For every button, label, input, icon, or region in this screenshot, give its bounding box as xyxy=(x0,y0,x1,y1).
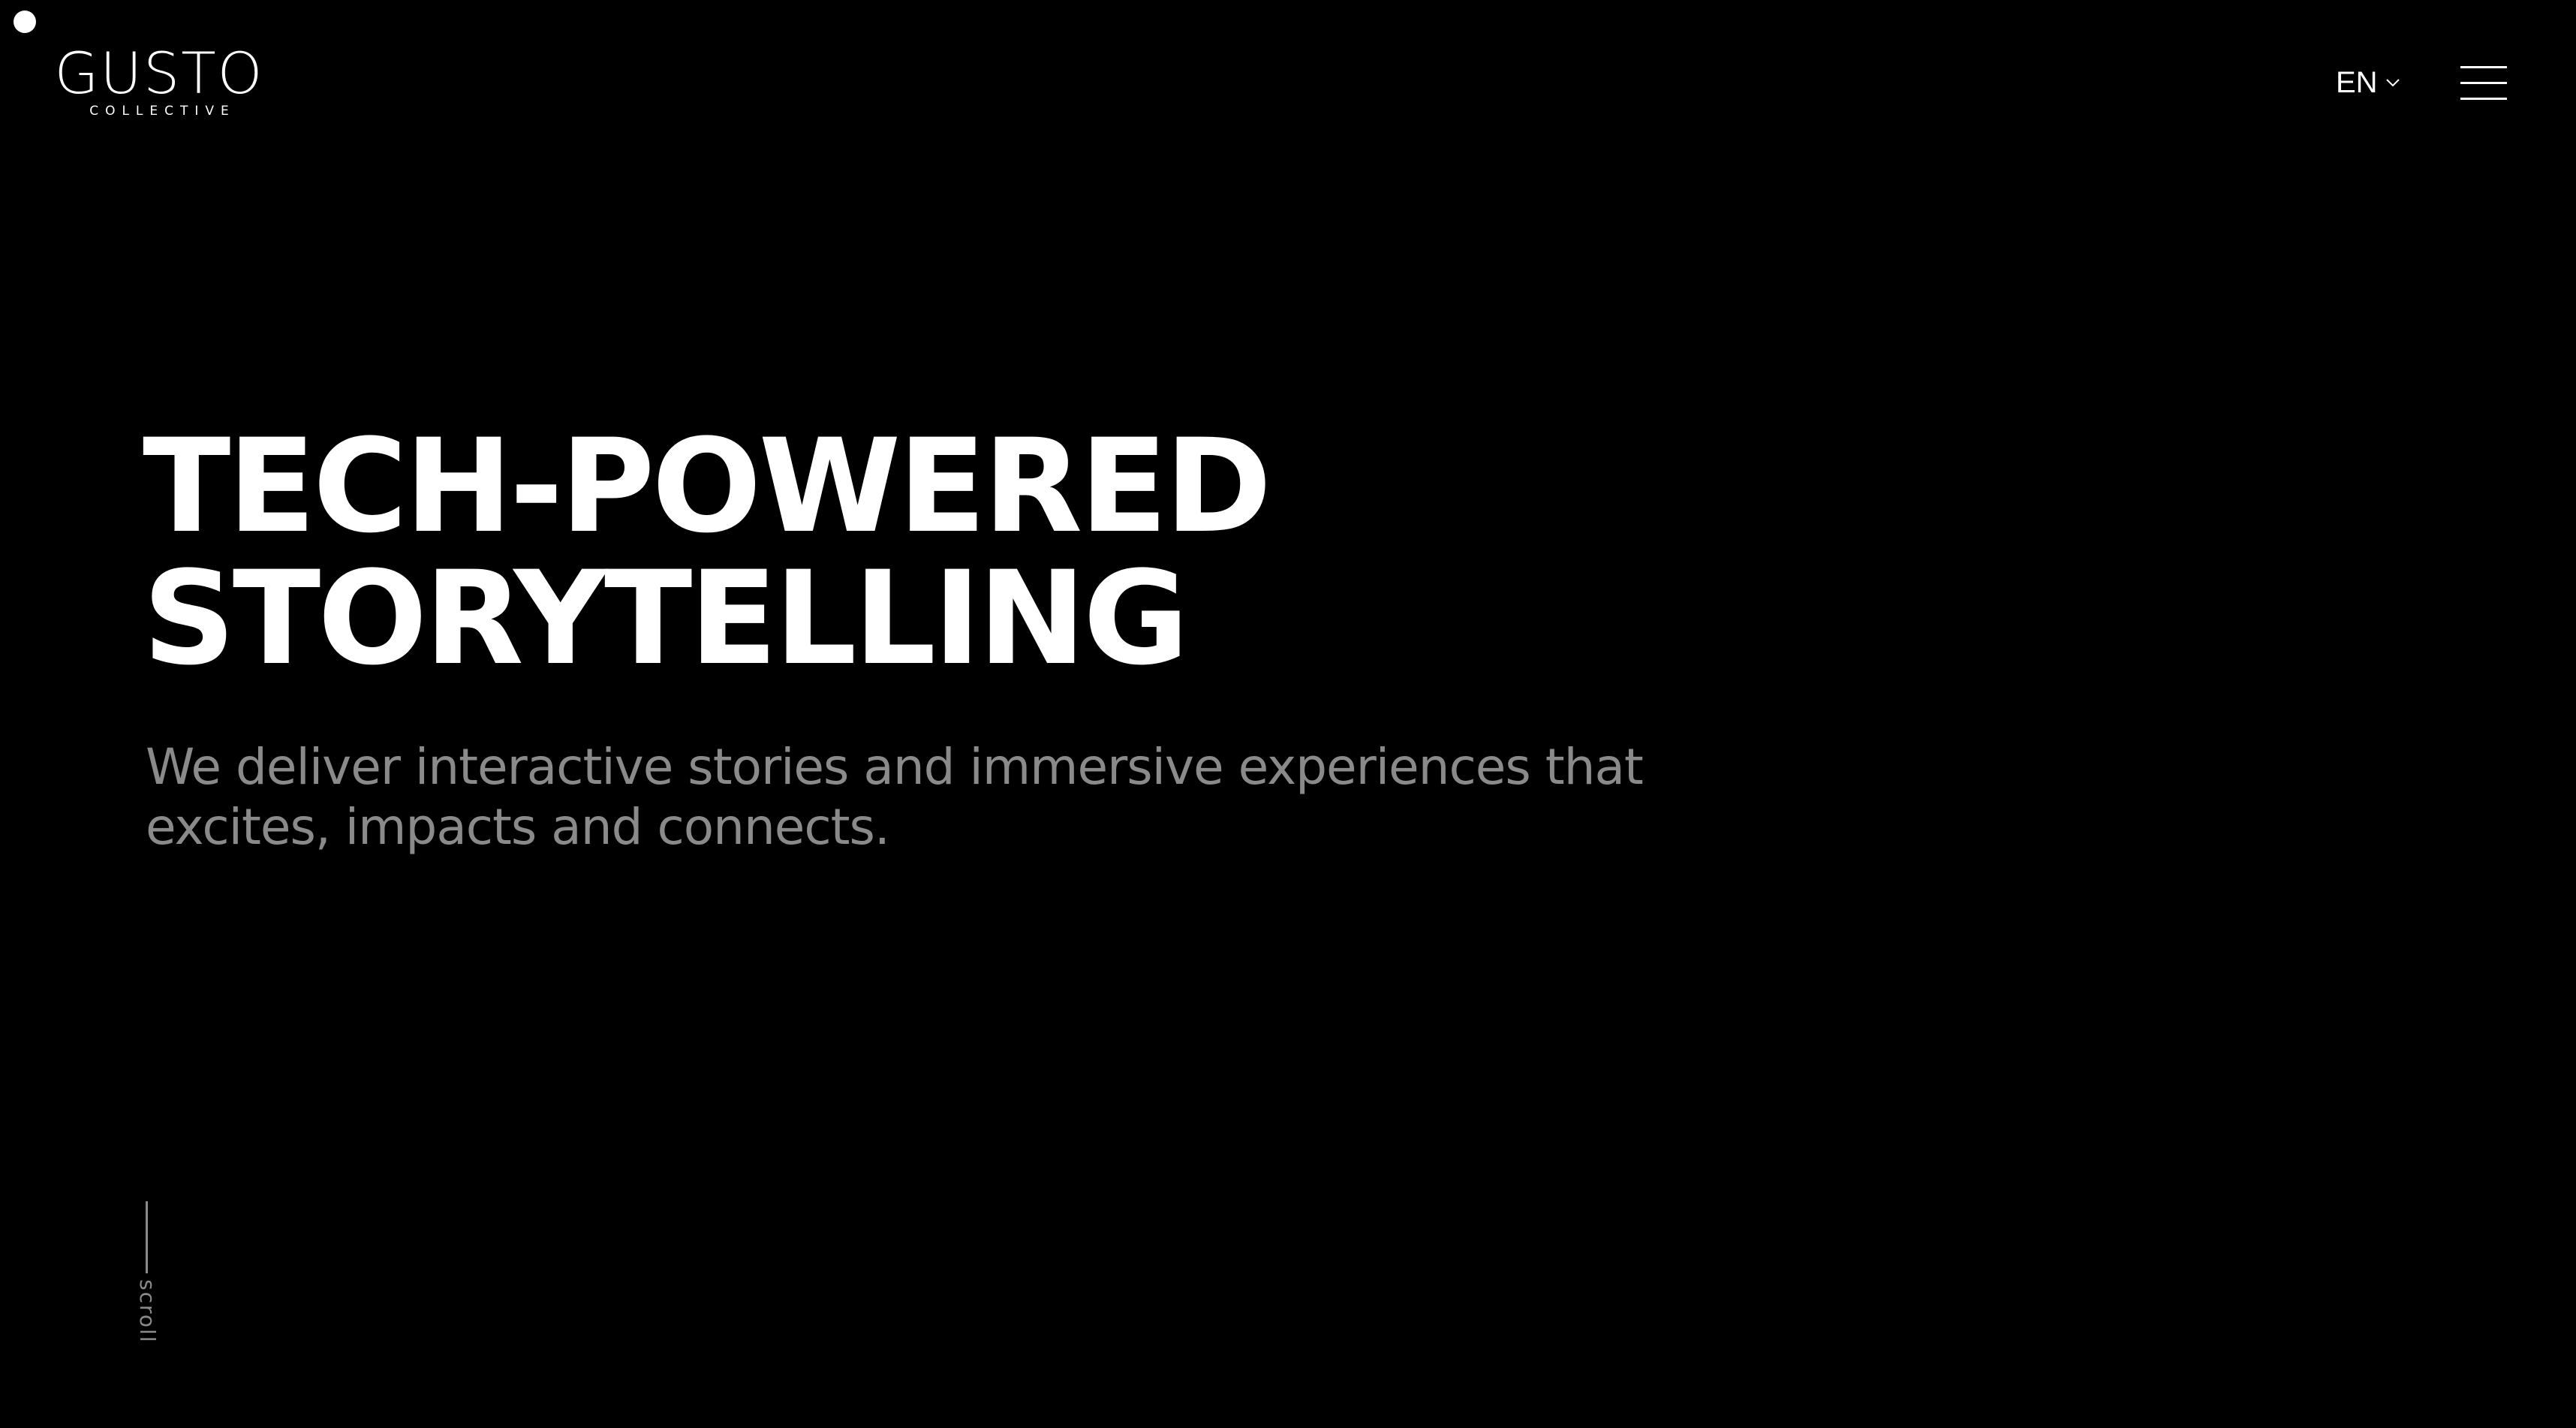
hero-title-line: STORYTELLING xyxy=(143,543,1189,694)
hero-subtitle-line: excites, impacts and connects. xyxy=(146,798,890,856)
page: GUSTO COLLECTIVE EN TECH-POWERED STORYTE… xyxy=(0,0,2576,1428)
hero-subtitle: We deliver interactive stories and immer… xyxy=(146,737,1647,857)
hero-title: TECH-POWERED STORYTELLING xyxy=(143,411,1272,694)
chevron-down-icon xyxy=(2385,79,2400,87)
hamburger-menu-icon-line xyxy=(2460,66,2507,68)
cursor-dot xyxy=(14,11,36,33)
hero-subtitle-line: We deliver interactive stories and immer… xyxy=(146,738,1644,796)
hamburger-menu-icon-line xyxy=(2460,82,2507,84)
language-label: EN xyxy=(2336,66,2378,99)
language-switcher[interactable]: EN xyxy=(2336,63,2402,102)
logo-wordmark: GUSTO xyxy=(54,40,264,107)
menu-button[interactable] xyxy=(2460,65,2508,104)
scroll-indicator[interactable]: scroll xyxy=(132,1201,162,1351)
scroll-line xyxy=(146,1201,148,1273)
hero-title-line: TECH-POWERED xyxy=(143,411,1272,562)
hamburger-menu-icon-line xyxy=(2460,98,2507,100)
logo[interactable]: GUSTO COLLECTIVE xyxy=(54,44,264,119)
scroll-label: scroll xyxy=(135,1279,160,1344)
